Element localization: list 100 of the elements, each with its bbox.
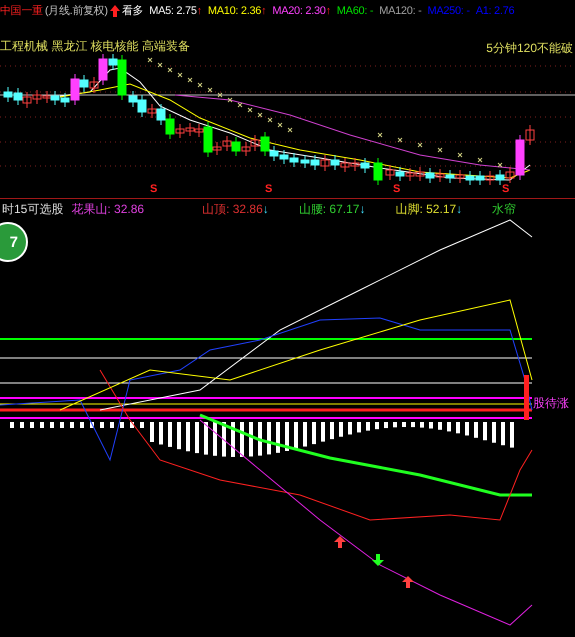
histogram-bar <box>366 422 370 431</box>
sector-tags: 工程机械 黑龙江 核电核能 高端装备 <box>0 40 190 52</box>
indicator-value: 山脚: 52.17↓ <box>395 202 462 214</box>
histogram-bar <box>50 422 54 428</box>
cross-marker <box>218 92 222 98</box>
histogram-bar <box>267 422 271 454</box>
cross-marker <box>208 88 212 92</box>
candlestick <box>436 168 444 182</box>
candlestick <box>330 154 340 170</box>
histogram-bar <box>130 422 134 428</box>
histogram-bar <box>231 422 235 457</box>
cross-marker <box>198 82 202 88</box>
histogram-bar <box>20 422 24 428</box>
candlestick <box>486 170 494 186</box>
candlestick <box>242 142 250 156</box>
up-arrow-icon <box>110 5 120 17</box>
histogram-bar <box>30 422 34 428</box>
cross-marker <box>248 108 252 112</box>
histogram-bar <box>10 422 14 428</box>
histogram-bar <box>501 422 505 446</box>
candlestick <box>360 158 370 174</box>
histogram-bar <box>411 422 415 428</box>
cross-marker <box>188 78 192 82</box>
candlestick <box>222 136 232 152</box>
histogram-bar <box>70 422 74 428</box>
histogram-bar <box>492 422 496 443</box>
candlestick <box>310 154 320 170</box>
average-reading: MA120: - <box>379 6 422 16</box>
histogram-bar <box>213 422 217 456</box>
histogram-bar <box>456 422 460 434</box>
average-reading: MA5: 2.75↑ <box>149 6 202 16</box>
histogram-bar <box>393 422 397 428</box>
histogram-bar <box>60 422 64 428</box>
histogram-bar <box>204 422 208 455</box>
histogram-bar <box>276 422 280 453</box>
histogram-bar <box>330 422 334 440</box>
candlestick <box>406 168 414 182</box>
histogram-bar <box>294 422 298 449</box>
side-label: 股待涨 <box>533 397 569 409</box>
histogram-bar <box>177 422 181 450</box>
histogram-bar <box>348 422 352 434</box>
histogram-bar <box>80 422 84 428</box>
histogram-bar <box>474 422 478 438</box>
candlestick <box>300 154 310 168</box>
candlestick <box>340 158 350 172</box>
histogram-bar <box>140 422 144 428</box>
candlestick <box>14 88 22 106</box>
histogram-bar <box>90 422 94 428</box>
candlestick <box>320 154 330 172</box>
candlestick <box>386 164 394 180</box>
indicator-value: 山顶: 32.86↓ <box>202 202 269 214</box>
candlestick <box>396 166 404 182</box>
cross-marker <box>178 72 182 78</box>
average-reading: A1: 2.76 <box>476 6 514 16</box>
histogram-bar <box>438 422 442 430</box>
sell-mark: S <box>502 184 510 195</box>
candlestick <box>290 152 298 168</box>
period-label: (月线.前复权) <box>44 6 108 16</box>
candlestick <box>446 170 454 184</box>
candlestick <box>232 136 240 156</box>
cross-marker <box>288 128 292 132</box>
histogram-bar <box>258 422 262 456</box>
count-badge: 7 <box>0 222 28 262</box>
histogram-bar <box>465 422 469 436</box>
cross-marker <box>498 162 502 168</box>
histogram-bar <box>240 422 244 457</box>
histogram-bar <box>510 422 514 448</box>
histogram-bar <box>357 422 361 432</box>
histogram-bar <box>375 422 379 430</box>
sell-mark: S <box>150 184 158 195</box>
cross-marker <box>398 138 402 142</box>
cross-marker <box>258 112 262 118</box>
candlestick <box>50 90 60 106</box>
candlestick <box>416 166 424 182</box>
histogram-bar <box>168 422 172 447</box>
average-reading: MA20: 2.30↑ <box>272 6 331 16</box>
histogram-bar <box>321 422 325 442</box>
indicator-value: 花果山: 32.86 <box>71 202 144 214</box>
candlestick <box>22 92 32 108</box>
average-reading: MA60: - <box>336 6 374 16</box>
candlestick <box>496 170 504 186</box>
histogram-bar <box>249 422 253 456</box>
chart-note: 5分钟120不能破 <box>486 42 573 54</box>
indicator-value: 水帘 <box>492 202 516 214</box>
histogram-bar <box>150 422 154 442</box>
sell-mark: S <box>265 184 272 195</box>
candlestick <box>280 150 288 164</box>
histogram-bar <box>285 422 289 451</box>
candlestick <box>374 158 382 186</box>
cross-marker <box>228 98 232 102</box>
candlestick <box>466 170 474 186</box>
histogram-bar <box>429 422 433 429</box>
cross-marker <box>168 68 172 72</box>
candlestick <box>128 90 138 108</box>
histogram-bar <box>40 422 44 428</box>
candlestick <box>426 168 434 184</box>
histogram-bar <box>110 422 114 428</box>
indicator-value: 山腰: 67.17↓ <box>298 202 366 214</box>
cross-marker <box>458 152 462 158</box>
histogram-bar <box>120 422 124 428</box>
